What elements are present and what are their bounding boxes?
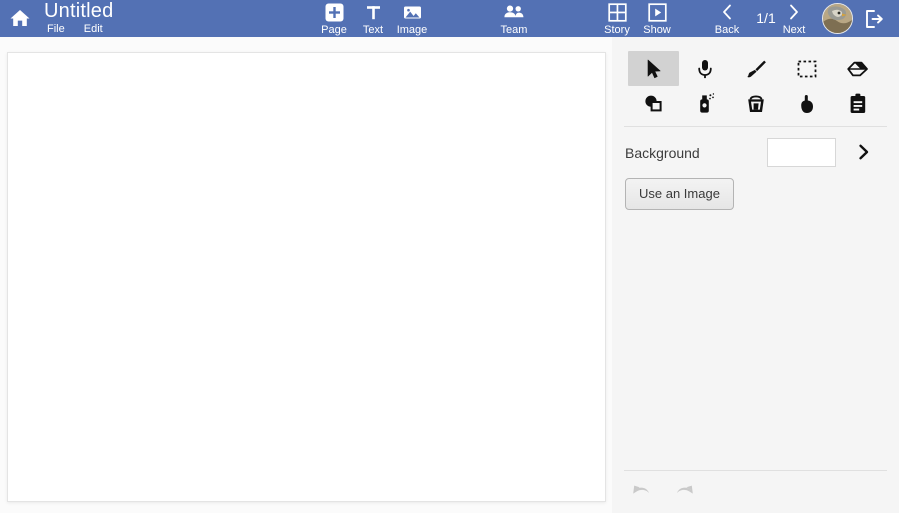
spray-can-icon — [694, 92, 716, 116]
eraser-icon — [846, 58, 870, 80]
header-button-text-label: Text — [362, 24, 384, 36]
team-icon — [503, 2, 525, 22]
menu-bar: File Edit — [47, 23, 103, 35]
home-icon[interactable] — [6, 4, 34, 32]
image-icon — [403, 2, 422, 22]
menu-item-file[interactable]: File — [47, 23, 65, 35]
brush-tool[interactable] — [730, 51, 781, 86]
redo-button[interactable] — [670, 479, 698, 507]
canvas-page[interactable] — [7, 52, 606, 502]
microphone-icon — [695, 58, 715, 80]
header-button-show[interactable]: Show — [634, 2, 680, 37]
eraser-tool[interactable] — [832, 51, 883, 86]
header-button-next-label: Next — [782, 24, 806, 36]
canvas-area — [0, 37, 612, 513]
spray-tool[interactable] — [679, 86, 730, 121]
header-button-next[interactable]: Next — [771, 2, 817, 37]
show-play-icon — [647, 2, 667, 22]
panel-divider-top — [624, 126, 887, 127]
header-button-team-label: Team — [500, 24, 528, 36]
header-button-image[interactable]: Image — [389, 2, 435, 37]
voice-tool[interactable] — [679, 51, 730, 86]
history-controls — [628, 479, 698, 507]
menu-item-edit[interactable]: Edit — [84, 23, 103, 35]
pointing-finger-icon — [797, 92, 817, 116]
touch-tool[interactable] — [781, 86, 832, 121]
fill-tool[interactable] — [730, 86, 781, 121]
header-button-show-label: Show — [643, 24, 671, 36]
header-button-back[interactable]: Back — [704, 2, 750, 37]
undo-arrow-icon — [630, 482, 654, 504]
top-header-bar: Untitled File Edit Page Text Image Team … — [0, 0, 899, 37]
avatar[interactable] — [822, 3, 853, 34]
undo-button[interactable] — [628, 479, 656, 507]
paint-bucket-icon — [744, 92, 768, 116]
header-button-story-label: Story — [604, 24, 630, 36]
header-button-back-label: Back — [714, 24, 740, 36]
select-tool[interactable] — [628, 51, 679, 86]
panel-divider-bottom — [624, 470, 887, 471]
marquee-tool[interactable] — [781, 51, 832, 86]
tool-palette — [628, 51, 886, 121]
text-icon — [364, 2, 383, 22]
paintbrush-icon — [745, 58, 767, 80]
background-row: Background — [612, 137, 899, 171]
document-title: Untitled — [44, 0, 114, 22]
background-label: Background — [625, 145, 700, 161]
redo-arrow-icon — [672, 482, 696, 504]
shapes-tool[interactable] — [628, 86, 679, 121]
add-page-icon — [325, 2, 344, 22]
use-an-image-button[interactable]: Use an Image — [625, 178, 734, 210]
header-button-image-label: Image — [396, 24, 428, 36]
chevron-right-icon — [787, 2, 801, 22]
story-grid-icon — [607, 2, 627, 22]
header-button-team[interactable]: Team — [491, 2, 537, 37]
chevron-left-icon — [720, 2, 734, 22]
background-color-swatch[interactable] — [767, 138, 836, 167]
tools-side-panel: Background Use an Image — [612, 37, 899, 513]
clipboard-icon — [848, 92, 868, 116]
shapes-icon — [642, 93, 666, 115]
chevron-right-icon[interactable] — [852, 140, 876, 164]
header-button-page-label: Page — [321, 24, 347, 36]
clipboard-tool[interactable] — [832, 86, 883, 121]
dashed-selection-icon — [796, 58, 818, 80]
cursor-arrow-icon — [644, 58, 664, 80]
logout-icon[interactable] — [860, 5, 888, 33]
app-root: Untitled File Edit Page Text Image Team … — [0, 0, 899, 513]
